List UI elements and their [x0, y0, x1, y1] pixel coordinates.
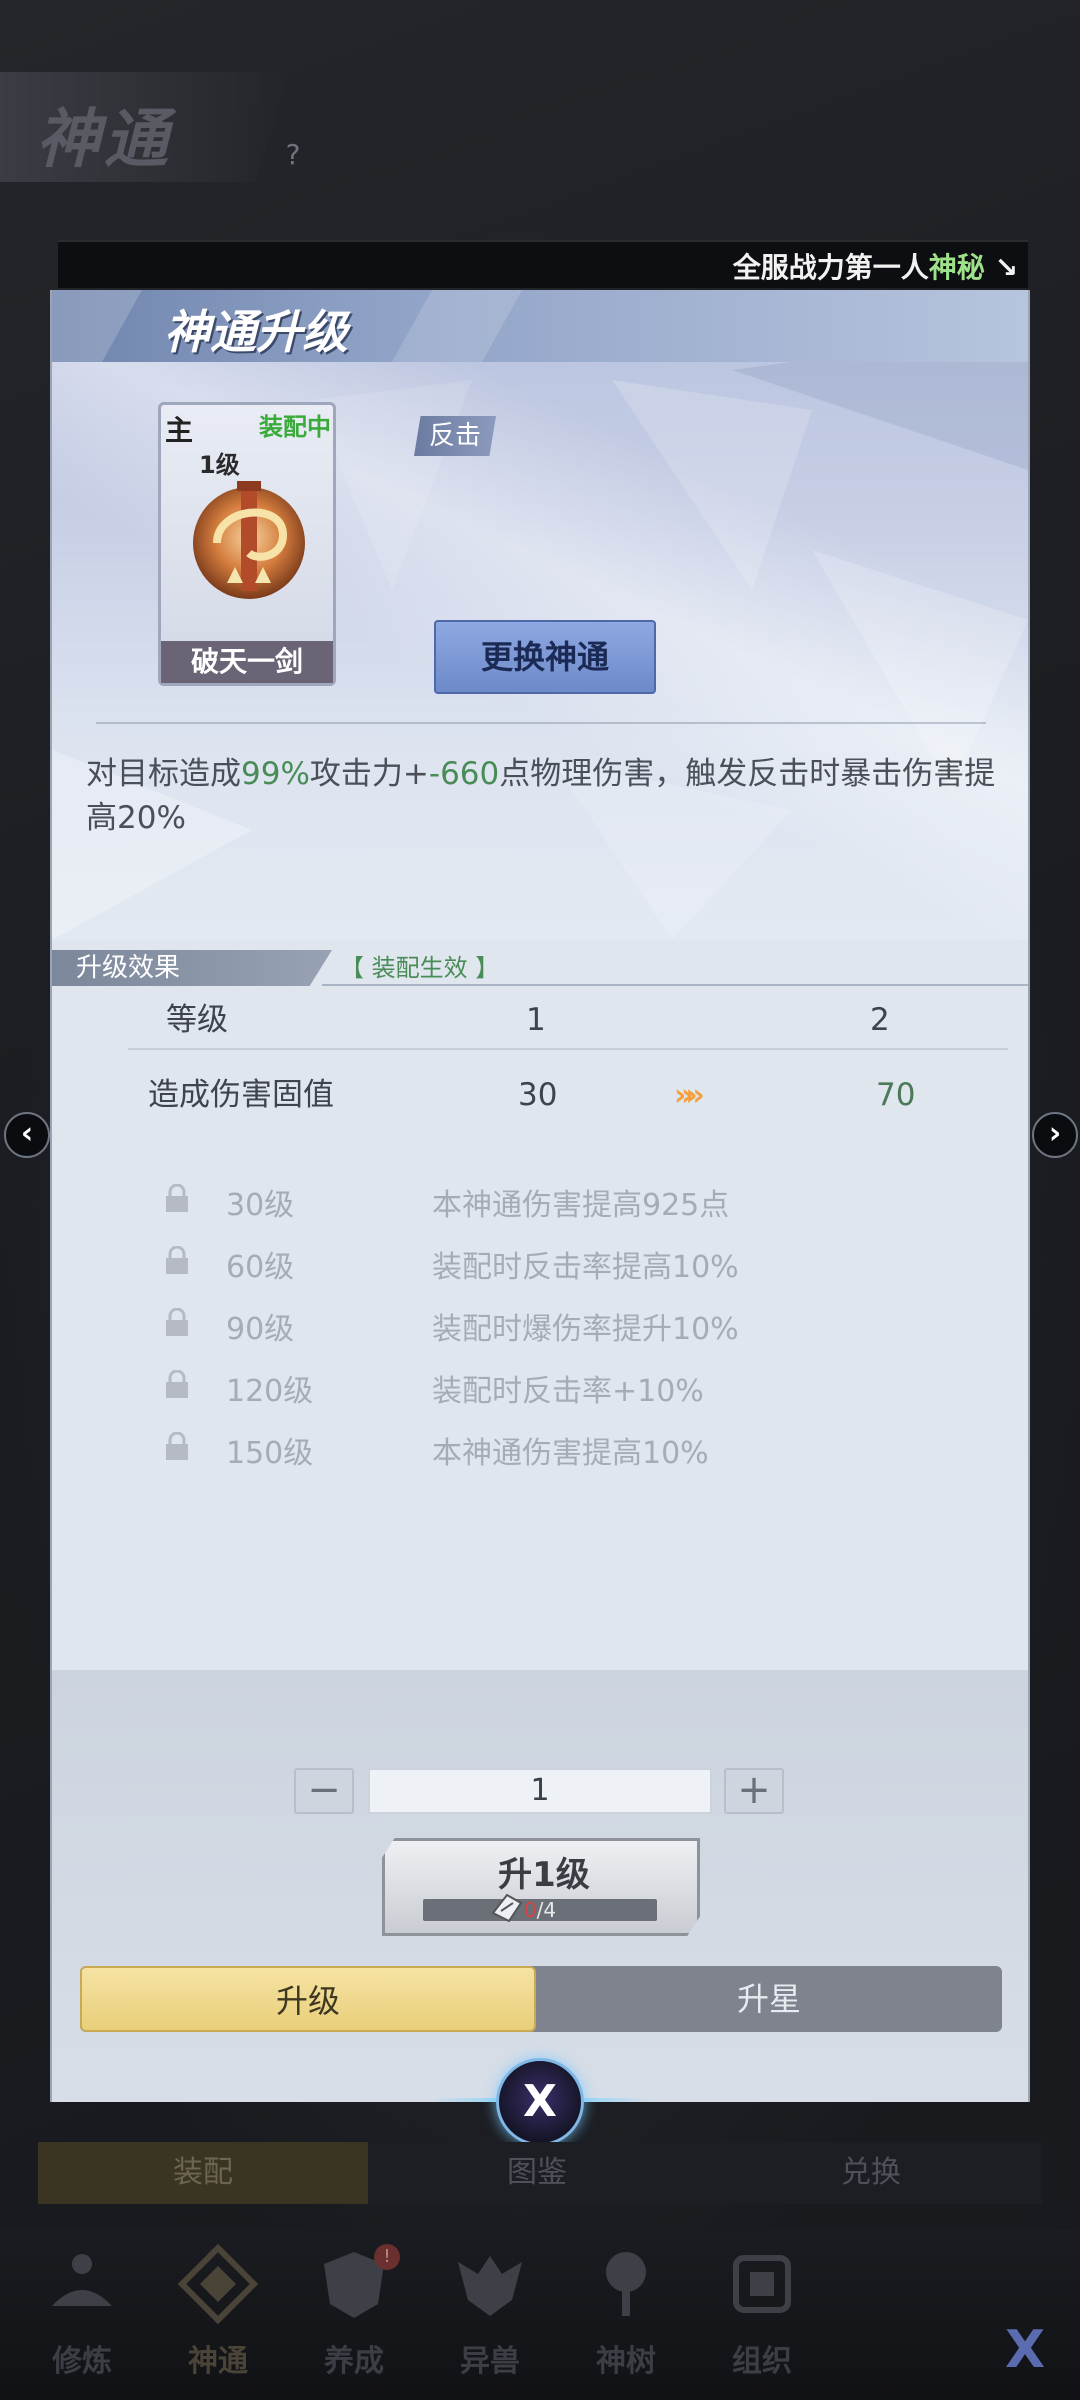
milestone-row: 120级 装配时反击率+10%	[52, 1356, 1028, 1416]
milestone-row: 90级 装配时爆伤率提升10%	[52, 1294, 1028, 1354]
row-label: 等级	[166, 1002, 228, 1038]
milestone-desc: 装配时反击率+10%	[432, 1374, 704, 1409]
upgrade-effect-note: 【 装配生效 】	[340, 954, 500, 982]
nav-item-cultivate[interactable]: 修炼	[22, 2236, 142, 2386]
nav-item-beast[interactable]: 异兽	[430, 2236, 550, 2386]
upgrade-button[interactable]: 升1级 0/4	[382, 1838, 700, 1936]
cost-need: /4	[536, 1898, 557, 1922]
divider	[96, 722, 986, 724]
quantity-input[interactable]: 1	[368, 1768, 712, 1814]
milestone-level: 60级	[226, 1250, 295, 1285]
tree-icon	[606, 2252, 646, 2316]
equipped-badge: 装配中	[259, 413, 331, 441]
panel-title: 神通升级	[164, 305, 348, 359]
skill-card[interactable]: 主 装配中 1级 破天一剑	[158, 402, 336, 686]
diamond-emblem-icon	[178, 2244, 258, 2324]
tab-equip[interactable]: 装配	[38, 2142, 368, 2204]
nav-item-divine-skill[interactable]: 神通	[158, 2236, 278, 2386]
nav-label: 组织	[732, 2344, 792, 2379]
cost-have: 0	[523, 1898, 537, 1922]
milestone-level: 120级	[226, 1374, 314, 1409]
milestone-row: 150级 本神通伤害提高10%	[52, 1418, 1028, 1478]
next-arrow-icon[interactable]: ›	[1032, 1112, 1078, 1158]
upgrade-panel: 神通升级 主 装配中 1级 破天一剑 反击 更换神通 对目标造成99%攻击力+-…	[50, 290, 1030, 2102]
panel-header: 神通升级	[52, 290, 1028, 362]
meditation-icon	[52, 2254, 112, 2306]
milestone-desc: 本神通伤害提高10%	[432, 1436, 709, 1471]
row-current: 30	[518, 1077, 558, 1113]
tab-codex[interactable]: 图鉴	[372, 2142, 702, 2204]
nav-label: 养成	[324, 2344, 384, 2379]
row-next: 70	[876, 1077, 916, 1113]
milestone-desc: 装配时爆伤率提升10%	[432, 1312, 739, 1347]
milestone-desc: 本神通伤害提高925点	[432, 1188, 730, 1223]
lock-icon	[166, 1370, 188, 1398]
nav-label: 异兽	[460, 2344, 520, 2379]
skill-type-tag: 反击	[414, 416, 496, 456]
card-level: 1级	[199, 451, 240, 479]
row-divider	[128, 1048, 1008, 1050]
skill-description: 对目标造成99%攻击力+-660点物理伤害，触发反击时暴击伤害提高20%	[86, 752, 1006, 840]
milestone-row: 60级 装配时反击率提高10%	[52, 1232, 1028, 1292]
milestone-level: 150级	[226, 1436, 314, 1471]
nav-label: 神通	[188, 2344, 248, 2379]
swap-skill-button[interactable]: 更换神通	[434, 620, 656, 694]
nav-item-divine-tree[interactable]: 神树	[566, 2236, 686, 2386]
lock-icon	[166, 1246, 188, 1274]
row-next: 2	[870, 1002, 890, 1038]
desc-value: 99%	[241, 756, 310, 792]
main-badge: 主	[165, 414, 194, 447]
nav-label: 神树	[596, 2344, 656, 2379]
upgrade-material-icon	[491, 1893, 523, 1923]
milestone-desc: 装配时反击率提高10%	[432, 1250, 739, 1285]
ticker-highlight: 神秘	[928, 251, 985, 284]
milestone-level: 30级	[226, 1188, 295, 1223]
upgrade-effect-title: 升级效果	[52, 950, 332, 986]
ticker-prefix: 全服战力第一人	[732, 251, 929, 284]
lock-icon	[166, 1308, 188, 1336]
sub-tabs: 装配 图鉴 兑换	[38, 2142, 1042, 2204]
milestone-row: 30级 本神通伤害提高925点	[52, 1170, 1028, 1230]
table-row: 等级 1 2	[52, 985, 1028, 1055]
table-row: 造成伤害固值 30 »» 70	[52, 1060, 1028, 1130]
milestone-level: 90级	[226, 1312, 295, 1347]
upgrade-cost-bar: 0/4	[423, 1899, 657, 1921]
notification-badge: !	[374, 2244, 400, 2270]
nav-item-organization[interactable]: 组织	[702, 2236, 822, 2386]
ticker-text: 全服战力第一人神秘 ↘	[732, 251, 1018, 284]
tab-star-up[interactable]: 升星	[536, 1966, 1002, 2032]
organization-icon	[733, 2255, 791, 2313]
prev-arrow-icon[interactable]: ‹	[4, 1112, 50, 1158]
help-icon[interactable]: ?	[278, 140, 308, 170]
beast-icon	[458, 2256, 522, 2316]
lock-icon	[166, 1184, 188, 1212]
lock-icon	[166, 1432, 188, 1460]
nav-label: 修炼	[52, 2344, 112, 2379]
desc-part: 对目标造成	[86, 756, 241, 792]
card-name: 破天一剑	[161, 641, 333, 683]
upgrade-effect-header: 升级效果 【 装配生效 】	[52, 950, 1028, 986]
tab-exchange[interactable]: 兑换	[706, 2142, 1036, 2204]
tab-upgrade[interactable]: 升级	[80, 1966, 536, 2032]
desc-part: 攻击力+	[309, 756, 429, 792]
page-title: 神通	[36, 103, 172, 177]
desc-value: -660	[428, 756, 500, 792]
corner-close-icon[interactable]: X	[990, 2320, 1060, 2390]
mode-tabs: 升级 升星	[80, 1966, 1002, 2032]
close-button[interactable]: X	[496, 2058, 584, 2146]
row-current: 1	[526, 1002, 546, 1038]
increase-arrow-icon: »»	[674, 1078, 705, 1113]
quantity-minus-button[interactable]: −	[294, 1768, 354, 1814]
row-label: 造成伤害固值	[148, 1077, 334, 1113]
upgrade-button-label: 升1级	[498, 1855, 590, 1895]
quantity-plus-button[interactable]: +	[724, 1768, 784, 1814]
